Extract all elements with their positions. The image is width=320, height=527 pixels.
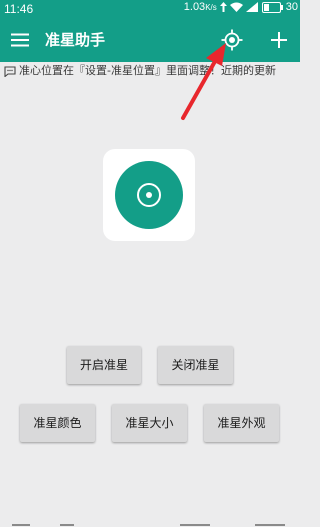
wifi-icon: [229, 2, 243, 12]
status-bar: 11:46 1.03K/s 30: [0, 0, 300, 18]
status-indicators: 1.03K/s 30: [184, 1, 298, 13]
upload-icon: [219, 2, 227, 12]
app-title: 准星助手: [45, 31, 106, 49]
crosshair-icon[interactable]: [221, 29, 243, 51]
network-speed: 1.03K/s: [183, 1, 217, 13]
bottom-cutoff-text: [0, 522, 300, 527]
crosshair-color-button[interactable]: 准星颜色: [20, 404, 95, 442]
status-time: 11:46: [4, 2, 34, 16]
notice-marquee: 准心位置在『设置-准星位置』里面调整！近期的更新: [0, 62, 300, 80]
battery-level: 30: [285, 1, 298, 13]
signal-icon: [245, 2, 258, 12]
battery-icon: [261, 1, 283, 13]
crosshair-app-icon: [103, 149, 195, 241]
notice-text: 准心位置在『设置-准星位置』里面调整！近期的更新: [19, 64, 276, 77]
crosshair-style-button[interactable]: 准星外观: [204, 404, 279, 442]
hamburger-menu-icon[interactable]: [10, 32, 30, 48]
crosshair-size-button[interactable]: 准星大小: [112, 404, 187, 442]
add-icon[interactable]: [269, 30, 289, 50]
close-crosshair-button[interactable]: 关闭准星: [158, 346, 233, 384]
open-crosshair-button[interactable]: 开启准星: [67, 346, 141, 384]
app-bar: 准星助手: [0, 18, 300, 62]
message-icon: [4, 65, 16, 77]
